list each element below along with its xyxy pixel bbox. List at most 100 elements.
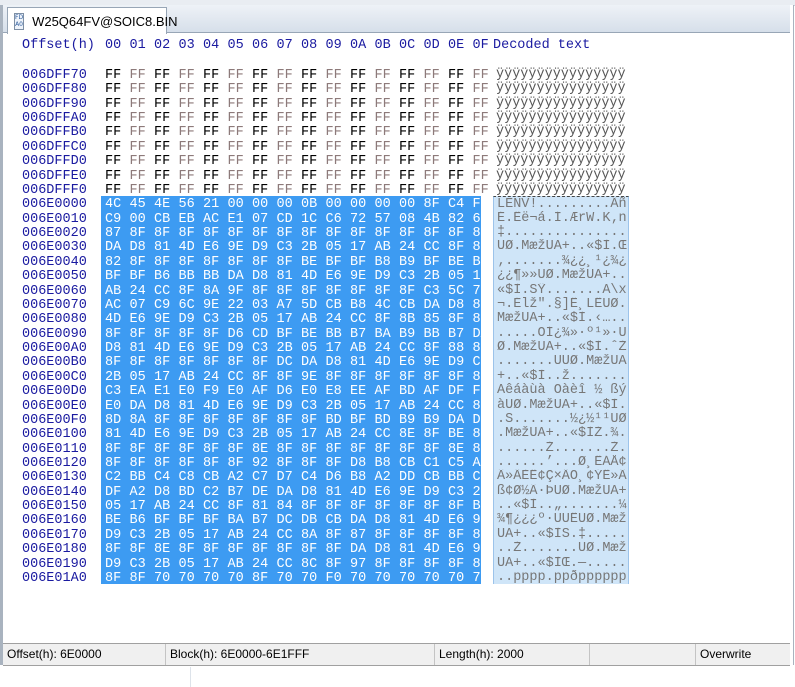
byte-cell[interactable]: 8F (179, 355, 195, 370)
byte-cell[interactable]: 8F (399, 284, 415, 299)
row-offset[interactable]: 006DFFF0 (22, 183, 87, 198)
byte-cell[interactable]: C9 (105, 212, 121, 227)
byte-cell[interactable]: 85 (424, 312, 440, 327)
row-offset[interactable]: 006E0130 (22, 470, 87, 485)
byte-cell[interactable]: FF (179, 183, 195, 198)
byte-cell[interactable]: 8F (203, 226, 219, 241)
byte-cell[interactable]: 8F (473, 399, 489, 414)
decoded-text[interactable]: Ø.MæžÙÃ+..«$Ì.ˆŽ (493, 340, 629, 355)
byte-cell[interactable]: FF (301, 183, 317, 198)
byte-cell[interactable]: CB (203, 470, 219, 485)
byte-cell[interactable]: C3 (301, 399, 317, 414)
byte-cell[interactable]: 8F (301, 226, 317, 241)
byte-cell[interactable]: 8E (252, 442, 268, 457)
byte-cell[interactable]: FF (179, 140, 195, 155)
row-offset[interactable]: 006DFF70 (22, 68, 87, 83)
byte-cell[interactable]: FF (473, 125, 489, 140)
row-offset[interactable]: 006E00E0 (22, 399, 87, 414)
row-offset[interactable]: 006E0010 (22, 212, 87, 227)
byte-cell[interactable]: FF (252, 125, 268, 140)
byte-cell[interactable]: 8F (179, 327, 195, 342)
byte-cell[interactable]: 81 (105, 427, 121, 442)
byte-cell[interactable]: AB (301, 312, 317, 327)
row-offset[interactable]: 006DFFB0 (22, 125, 87, 140)
byte-cell[interactable]: D8 (301, 485, 317, 500)
byte-cell[interactable]: A2 (375, 470, 391, 485)
decoded-text[interactable]: ¾¶¿¿¿º·ÜÛËÚØ.Mæž (493, 512, 629, 527)
row-offset[interactable]: 006E0050 (22, 269, 87, 284)
byte-cell[interactable]: 05 (326, 240, 342, 255)
byte-cell[interactable]: B6 (130, 513, 146, 528)
byte-cell[interactable]: FF (424, 82, 440, 97)
byte-cell[interactable]: 8F (277, 370, 293, 385)
byte-cell[interactable]: FF (473, 111, 489, 126)
byte-cell[interactable]: 45 (130, 197, 146, 212)
byte-cell[interactable]: 8F (252, 571, 268, 586)
byte-cell[interactable]: 8F (130, 226, 146, 241)
byte-cell[interactable]: 8F (228, 442, 244, 457)
row-offset[interactable]: 006E0100 (22, 427, 87, 442)
byte-cell[interactable]: FF (399, 82, 415, 97)
byte-cell[interactable]: BE (105, 513, 121, 528)
byte-cell[interactable]: 70 (203, 571, 219, 586)
row-offset[interactable]: 006DFFC0 (22, 140, 87, 155)
row-offset[interactable]: 006E01A0 (22, 571, 87, 586)
byte-cell[interactable]: B8 (375, 456, 391, 471)
byte-cell[interactable]: 4D (179, 240, 195, 255)
byte-cell[interactable]: C5 (448, 456, 464, 471)
row-offset[interactable]: 006E00C0 (22, 370, 87, 385)
byte-cell[interactable]: 8F (277, 542, 293, 557)
byte-cell[interactable]: D9 (105, 557, 121, 572)
byte-cell[interactable]: 9E (399, 485, 415, 500)
byte-cell[interactable]: FF (154, 154, 170, 169)
byte-cell[interactable]: FF (252, 154, 268, 169)
byte-cell[interactable]: FF (424, 183, 440, 198)
byte-cell[interactable]: BF (277, 327, 293, 342)
byte-cell[interactable]: FF (203, 169, 219, 184)
byte-cell[interactable]: 22 (228, 298, 244, 313)
byte-cell[interactable]: FF (399, 140, 415, 155)
byte-cell[interactable]: 87 (350, 528, 366, 543)
byte-cell[interactable]: FF (350, 183, 366, 198)
byte-cell[interactable]: B7 (350, 327, 366, 342)
byte-cell[interactable]: BA (375, 327, 391, 342)
byte-cell[interactable]: 8F (350, 499, 366, 514)
decoded-text[interactable]: .MæžÙÃ+..«$ÌŽ.¾. (493, 426, 629, 441)
byte-cell[interactable]: 8F (375, 370, 391, 385)
row-offset[interactable]: 006E0040 (22, 255, 87, 270)
byte-cell[interactable]: FF (277, 154, 293, 169)
row-offset[interactable]: 006E0180 (22, 542, 87, 557)
byte-cell[interactable]: FF (130, 125, 146, 140)
byte-cell[interactable]: 8F (228, 226, 244, 241)
byte-cell[interactable]: FF (179, 154, 195, 169)
byte-cell[interactable]: 17 (203, 528, 219, 543)
byte-cell[interactable]: A2 (473, 456, 489, 471)
byte-cell[interactable]: BA (228, 513, 244, 528)
byte-cell[interactable]: C3 (105, 384, 121, 399)
byte-cell[interactable]: CC (277, 528, 293, 543)
byte-cell[interactable]: 8F (277, 255, 293, 270)
row-offset[interactable]: 006E0060 (22, 284, 87, 299)
byte-cell[interactable]: 9E (203, 341, 219, 356)
row-offset[interactable]: 006E00B0 (22, 355, 87, 370)
byte-cell[interactable]: E0 (301, 384, 317, 399)
byte-cell[interactable]: 8F (154, 355, 170, 370)
byte-cell[interactable]: FF (130, 82, 146, 97)
row-offset[interactable]: 006E00F0 (22, 413, 87, 428)
decoded-text[interactable]: ..«$Ì..„.......¼ (493, 498, 629, 513)
byte-cell[interactable]: BD (179, 485, 195, 500)
byte-cell[interactable]: 8F (179, 284, 195, 299)
byte-cell[interactable]: 8F (473, 427, 489, 442)
byte-cell[interactable]: 8F (130, 571, 146, 586)
byte-cell[interactable]: 8F (424, 557, 440, 572)
byte-cell[interactable]: 4C (375, 298, 391, 313)
byte-cell[interactable]: FF (130, 140, 146, 155)
byte-cell[interactable]: 24 (179, 499, 195, 514)
byte-cell[interactable]: FF (130, 183, 146, 198)
byte-cell[interactable]: 81 (326, 485, 342, 500)
byte-cell[interactable]: 8F (252, 226, 268, 241)
byte-cell[interactable]: FF (277, 111, 293, 126)
byte-cell[interactable]: E0 (179, 384, 195, 399)
byte-cell[interactable]: 8F (350, 442, 366, 457)
byte-cell[interactable]: 05 (448, 269, 464, 284)
